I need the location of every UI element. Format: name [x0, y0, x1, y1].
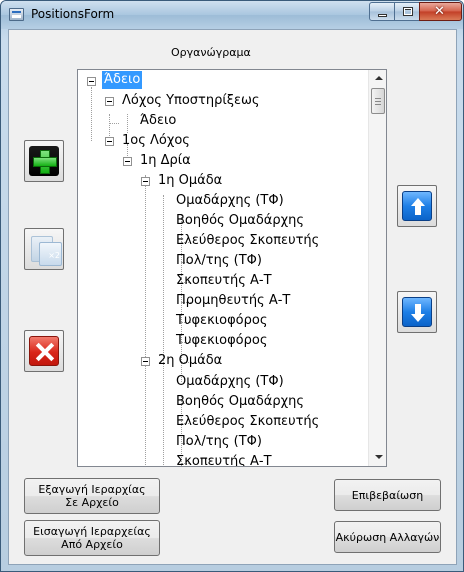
minimize-button[interactable]	[369, 2, 395, 21]
thumb-grip	[375, 98, 381, 99]
scroll-up-icon[interactable]	[370, 70, 386, 87]
scroll-down-icon[interactable]	[370, 449, 386, 466]
export-label-line2: Σε Αρχείο	[65, 496, 119, 509]
confirm-button[interactable]: Επιβεβαίωση	[334, 479, 441, 511]
delete-icon	[29, 336, 59, 366]
thumb-grip	[375, 101, 381, 102]
close-button[interactable]: ✕	[419, 2, 462, 21]
tree-connector	[109, 123, 119, 124]
window-title: PositionsForm	[31, 7, 115, 21]
tree-node[interactable]: Τυφεκιοφόρος	[174, 312, 269, 330]
copy-x2-icon	[29, 234, 62, 266]
export-label-line1: Εξαγωγή Ιεραρχίας	[38, 483, 146, 496]
tree-node-root-selected[interactable]: Άδειο	[102, 71, 143, 89]
tree-vertical-scrollbar[interactable]	[368, 70, 386, 466]
tree-node[interactable]: Ελεύθερος Σκοπευτής	[174, 232, 321, 250]
confirm-label: Επιβεβαίωση	[351, 488, 424, 502]
tree-node[interactable]: Τυφεκιοφόρος	[174, 332, 269, 350]
tree-content: Άδειο Λόχος Υποστηρίξεως Άδειο 1ος Λόχος…	[78, 70, 368, 466]
tree-connector	[163, 195, 164, 466]
tree-node[interactable]: 1ος Λόχος	[120, 132, 192, 150]
add-icon	[29, 146, 59, 176]
import-label-line2: Από Αρχείο	[61, 538, 123, 551]
tree-node[interactable]: Ομαδάρχης (ΤΦ)	[174, 373, 286, 391]
export-hierarchy-button[interactable]: Εξαγωγή Ιεραρχίας Σε Αρχείο	[24, 478, 160, 514]
tree-connector	[127, 114, 128, 133]
tree-node[interactable]: Βοηθός Ομαδάρχης	[174, 393, 306, 411]
scroll-thumb[interactable]	[371, 88, 385, 114]
import-hierarchy-button[interactable]: Εισαγωγή Ιεραρχείας Από Αρχείο	[24, 520, 160, 556]
app-icon	[9, 8, 24, 21]
tree-node[interactable]: 1η Ομάδα	[156, 172, 224, 190]
cancel-label: Ακύρωση Αλλαγών	[335, 530, 440, 544]
arrow-head	[411, 314, 425, 322]
move-up-button[interactable]	[397, 185, 437, 227]
duplicate-node-button[interactable]	[24, 228, 64, 270]
tree-node[interactable]: Προμηθευτής Α-Τ	[174, 292, 292, 310]
minimize-icon	[378, 14, 387, 17]
arrow-stem	[415, 304, 421, 314]
tree-node[interactable]: Βοηθός Ομαδάρχης	[174, 212, 306, 230]
collapse-toggle[interactable]	[123, 157, 132, 166]
maximize-icon	[403, 7, 413, 16]
tree-connector	[145, 175, 146, 466]
arrow-down-icon	[402, 297, 432, 327]
tree-node[interactable]: Ομαδάρχης (ΤΦ)	[174, 192, 286, 210]
collapse-toggle[interactable]	[141, 177, 150, 186]
positions-form-window: PositionsForm ✕ Οργανώγραμα Άδειο Λόχος …	[0, 0, 464, 572]
tree-node[interactable]: Άδειο	[138, 112, 178, 130]
collapse-toggle[interactable]	[87, 77, 96, 86]
tree-node[interactable]: 1η Δρία	[138, 152, 193, 170]
title-bar[interactable]: PositionsForm ✕	[1, 1, 463, 29]
tree-node[interactable]: Πολ/της (ΤΦ)	[174, 252, 264, 270]
tree-node[interactable]: Σκοπευτής Α-Τ	[174, 453, 274, 466]
thumb-grip	[375, 104, 381, 105]
tree-node[interactable]: 2η Ομάδα	[156, 352, 224, 370]
tree-connector	[91, 87, 92, 141]
tree-node[interactable]: Λόχος Υποστηρίξεως	[120, 92, 262, 110]
arrow-up-icon	[402, 191, 432, 221]
import-label-line1: Εισαγωγή Ιεραρχείας	[33, 525, 151, 538]
collapse-toggle[interactable]	[105, 137, 114, 146]
add-node-button[interactable]	[24, 140, 64, 182]
close-icon: ✕	[434, 4, 445, 19]
tree-node[interactable]: Ελεύθερος Σκοπευτής	[174, 413, 321, 431]
form-client-area: Οργανώγραμα Άδειο Λόχος Υποστηρίξεως Άδε…	[8, 29, 457, 565]
tree-node[interactable]: Σκοπευτής Α-Τ	[174, 272, 274, 290]
arrow-stem	[415, 205, 421, 215]
collapse-toggle[interactable]	[105, 97, 114, 106]
org-chart-label: Οργανώγραμα	[171, 46, 251, 59]
hierarchy-tree-view[interactable]: Άδειο Λόχος Υποστηρίξεως Άδειο 1ος Λόχος…	[77, 69, 387, 467]
delete-node-button[interactable]	[24, 330, 64, 372]
maximize-button[interactable]	[394, 2, 420, 21]
collapse-toggle[interactable]	[141, 357, 150, 366]
move-down-button[interactable]	[397, 291, 437, 333]
cancel-changes-button[interactable]: Ακύρωση Αλλαγών	[334, 521, 441, 553]
tree-node[interactable]: Πολ/της (ΤΦ)	[174, 433, 264, 451]
